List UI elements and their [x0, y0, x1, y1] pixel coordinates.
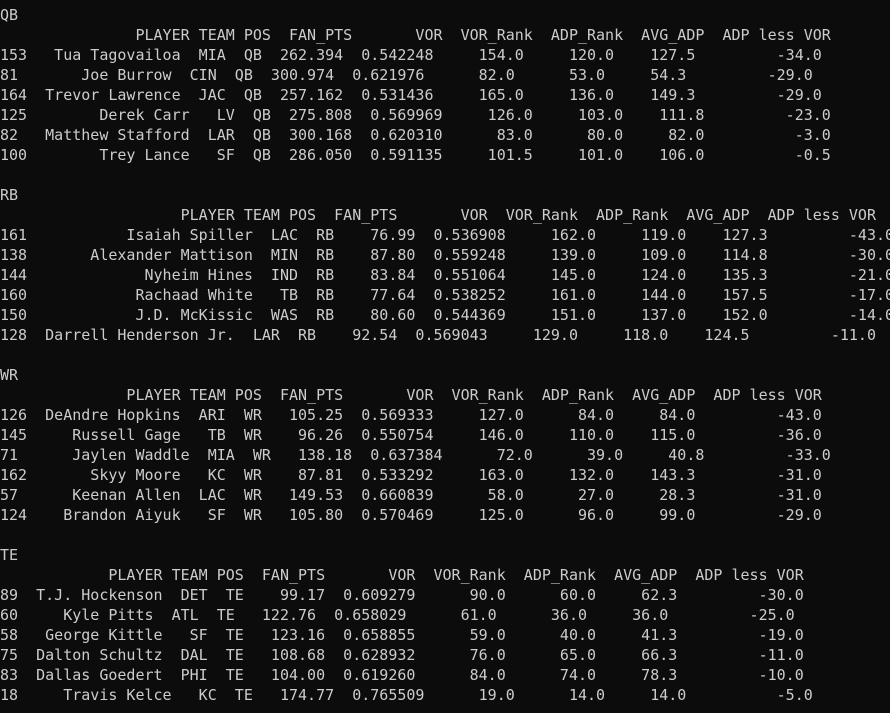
blank-line	[0, 345, 890, 365]
table-row: 75 Dalton Schultz DAL TE 108.68 0.628932…	[0, 646, 804, 664]
table-row: 18 Travis Kelce KC TE 174.77 0.765509 19…	[0, 686, 813, 704]
qb-section-heading: QB	[0, 6, 19, 24]
table-row: 162 Skyy Moore KC WR 87.81 0.533292 163.…	[0, 466, 822, 484]
table-row: 83 Dallas Goedert PHI TE 104.00 0.619260…	[0, 666, 804, 684]
rb-section-heading: RB	[0, 186, 19, 204]
te-table-header: PLAYER TEAM POS FAN_PTS VOR VOR_Rank ADP…	[0, 566, 804, 584]
table-row: 82 Matthew Stafford LAR QB 300.168 0.620…	[0, 126, 831, 144]
table-row: 150 J.D. McKissic WAS RB 80.60 0.544369 …	[0, 306, 890, 324]
table-row: 145 Russell Gage TB WR 96.26 0.550754 14…	[0, 426, 822, 444]
wr-section-heading: WR	[0, 366, 19, 384]
table-row: 124 Brandon Aiyuk SF WR 105.80 0.570469 …	[0, 506, 822, 524]
te-section-heading: TE	[0, 546, 19, 564]
table-row: 153 Tua Tagovailoa MIA QB 262.394 0.5422…	[0, 46, 822, 64]
table-row: 81 Joe Burrow CIN QB 300.974 0.621976 82…	[0, 66, 813, 84]
table-row: 138 Alexander Mattison MIN RB 87.80 0.55…	[0, 246, 890, 264]
rb-table-header: PLAYER TEAM POS FAN_PTS VOR VOR_Rank ADP…	[0, 206, 876, 224]
table-row: 144 Nyheim Hines IND RB 83.84 0.551064 1…	[0, 266, 890, 284]
table-row: 164 Trevor Lawrence JAC QB 257.162 0.531…	[0, 86, 822, 104]
terminal-output[interactable]: QB PLAYER TEAM POS FAN_PTS VOR VOR_Rank …	[0, 5, 890, 713]
table-row: 89 T.J. Hockenson DET TE 99.17 0.609279 …	[0, 586, 804, 604]
table-row: 71 Jaylen Waddle MIA WR 138.18 0.637384 …	[0, 446, 831, 464]
blank-line	[0, 525, 890, 545]
table-row: 160 Rachaad White TB RB 77.64 0.538252 1…	[0, 286, 890, 304]
table-row: 128 Darrell Henderson Jr. LAR RB 92.54 0…	[0, 326, 876, 344]
table-row: 100 Trey Lance SF QB 286.050 0.591135 10…	[0, 146, 831, 164]
table-row: 60 Kyle Pitts ATL TE 122.76 0.658029 61.…	[0, 606, 795, 624]
wr-table-header: PLAYER TEAM POS FAN_PTS VOR VOR_Rank ADP…	[0, 386, 822, 404]
table-row: 161 Isaiah Spiller LAC RB 76.99 0.536908…	[0, 226, 890, 244]
blank-line	[0, 165, 890, 185]
table-row: 58 George Kittle SF TE 123.16 0.658855 5…	[0, 626, 804, 644]
table-row: 57 Keenan Allen LAC WR 149.53 0.660839 5…	[0, 486, 822, 504]
qb-table-header: PLAYER TEAM POS FAN_PTS VOR VOR_Rank ADP…	[0, 26, 831, 44]
table-row: 126 DeAndre Hopkins ARI WR 105.25 0.5693…	[0, 406, 822, 424]
table-row: 125 Derek Carr LV QB 275.808 0.569969 12…	[0, 106, 831, 124]
